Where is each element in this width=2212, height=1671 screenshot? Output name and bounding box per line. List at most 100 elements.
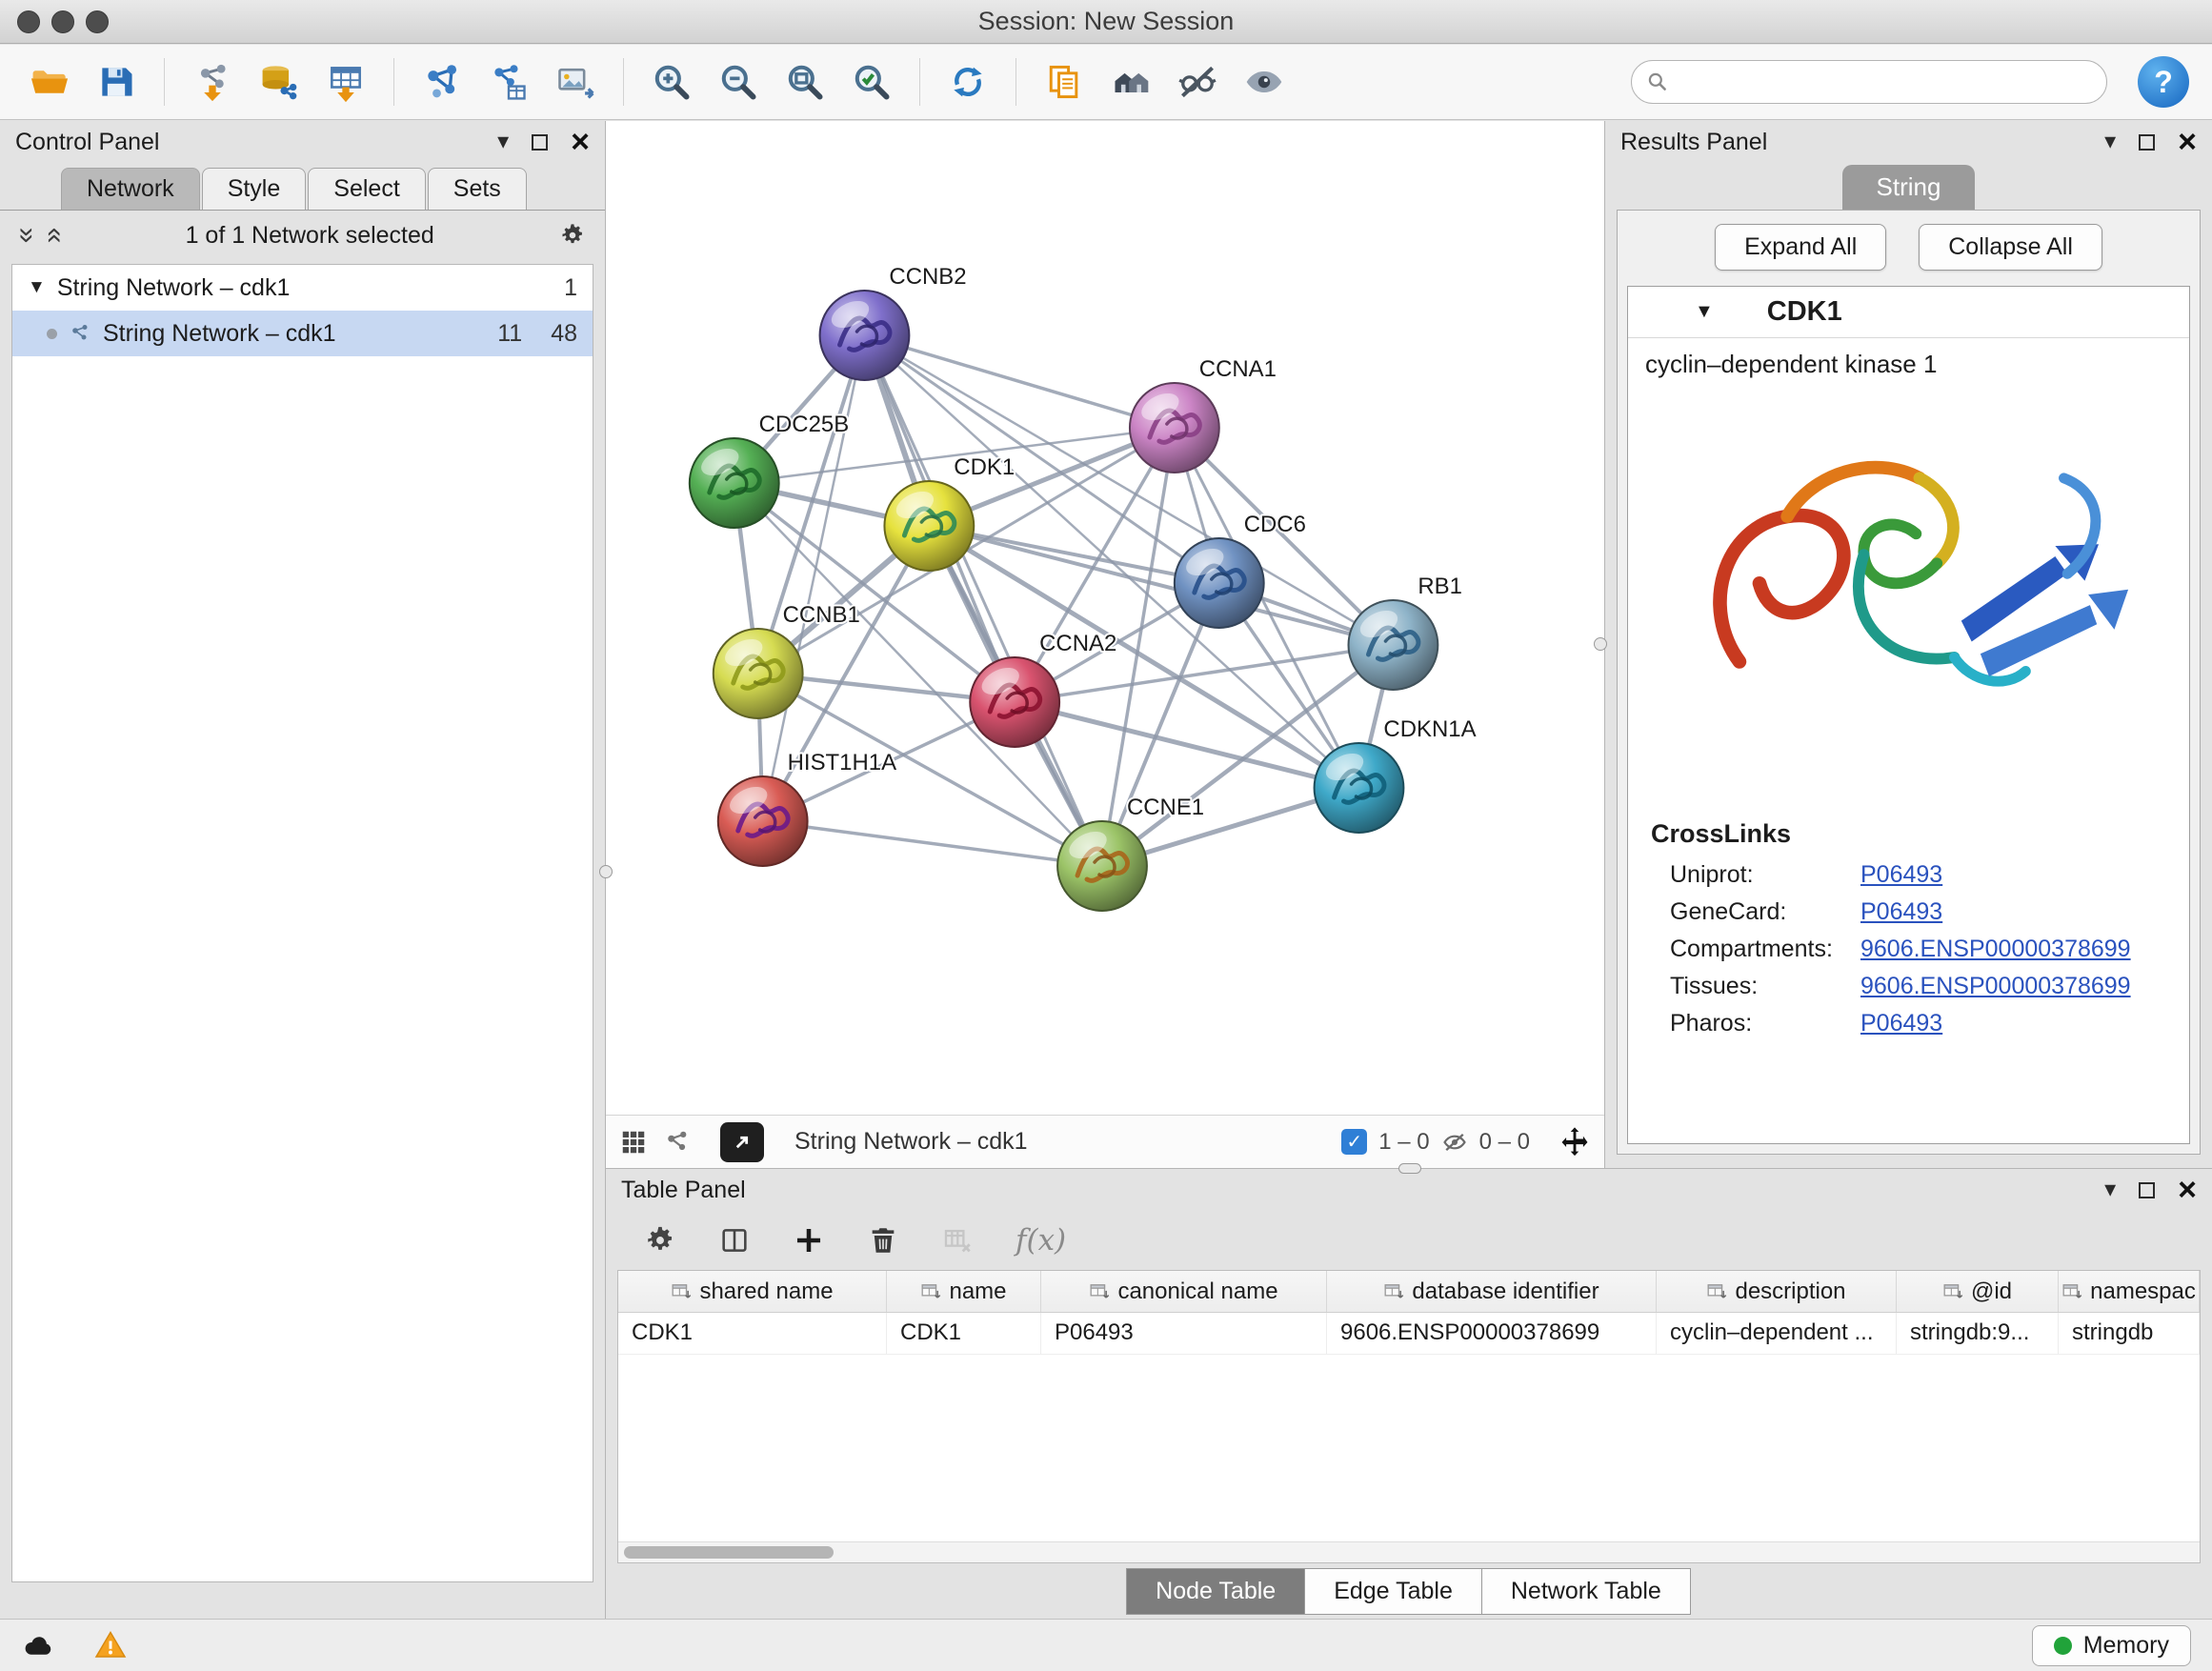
network-edge-CCNB2-CCNE1[interactable] <box>864 335 1102 866</box>
close-panel-button[interactable]: × <box>2178 1174 2197 1206</box>
grid-view-icon[interactable] <box>619 1128 648 1157</box>
detach-view-button[interactable] <box>720 1122 764 1162</box>
minimize-window-button[interactable] <box>51 10 74 33</box>
crosslink-genecard[interactable]: P06493 <box>1860 898 1942 926</box>
network-node-CCNB1[interactable]: CCNB1 <box>714 602 860 718</box>
maximize-panel-button[interactable] <box>532 134 548 151</box>
pan-crosshair-icon[interactable] <box>1558 1126 1591 1158</box>
network-node-CCNA1[interactable]: CCNA1 <box>1130 356 1277 473</box>
table-options-gear-icon[interactable] <box>644 1224 676 1257</box>
cell-id[interactable]: stringdb:9... <box>1897 1313 2059 1354</box>
network-node-CDC25B[interactable]: CDC25B <box>690 412 849 528</box>
expand-all-button[interactable]: Expand All <box>1715 224 1886 271</box>
network-edge-CCNB2-CCNA1[interactable] <box>864 335 1174 428</box>
structure-image-toggle-button[interactable] <box>1237 55 1291 109</box>
column-header-shared-name[interactable]: shared name <box>618 1271 887 1312</box>
selected-items-checkbox[interactable]: ✓ <box>1341 1129 1367 1155</box>
network-node-CCNB2[interactable]: CCNB2 <box>820 264 967 380</box>
open-session-button[interactable] <box>23 55 76 109</box>
network-edge-CCNB2-HIST1H1A[interactable] <box>763 335 865 821</box>
vertical-splitter-handle[interactable] <box>1594 637 1607 651</box>
show-publications-button[interactable] <box>1037 55 1091 109</box>
crosslink-tissues[interactable]: 9606.ENSP00000378699 <box>1860 973 2131 1000</box>
table-row[interactable]: CDK1 CDK1 P06493 9606.ENSP00000378699 cy… <box>618 1313 2200 1355</box>
cell-name[interactable]: CDK1 <box>887 1313 1041 1354</box>
crosslink-pharos[interactable]: P06493 <box>1860 1010 1942 1037</box>
cell-canonical-name[interactable]: P06493 <box>1041 1313 1327 1354</box>
cell-description[interactable]: cyclin–dependent ... <box>1657 1313 1897 1354</box>
column-header-database-identifier[interactable]: database identifier <box>1327 1271 1657 1312</box>
column-header-namespace[interactable]: namespac <box>2059 1271 2200 1312</box>
tab-string[interactable]: String <box>1842 165 1976 210</box>
apply-layout-button[interactable] <box>941 55 995 109</box>
tab-network-table[interactable]: Network Table <box>1481 1568 1691 1615</box>
float-panel-button[interactable]: ▾ <box>2104 1178 2116 1201</box>
float-panel-button[interactable]: ▾ <box>497 131 509 153</box>
collapse-all-networks-button[interactable]: » <box>18 228 35 244</box>
tab-network[interactable]: Network <box>61 168 200 210</box>
zoom-fit-button[interactable] <box>778 55 832 109</box>
hidden-items-eye-slash-icon[interactable] <box>1441 1129 1468 1156</box>
maximize-panel-button[interactable] <box>2139 1182 2155 1198</box>
network-row-selected[interactable]: String Network – cdk1 11 48 <box>12 311 593 356</box>
zoom-window-button[interactable] <box>86 10 109 33</box>
network-options-gear-icon[interactable] <box>559 222 586 249</box>
help-button[interactable]: ? <box>2138 56 2189 108</box>
import-network-database-button[interactable] <box>252 55 306 109</box>
cell-database-identifier[interactable]: 9606.ENSP00000378699 <box>1327 1313 1657 1354</box>
horizontal-splitter-handle[interactable] <box>1398 1163 1421 1174</box>
tab-style[interactable]: Style <box>202 168 307 210</box>
delete-column-trash-icon[interactable] <box>867 1224 899 1257</box>
show-columns-icon[interactable] <box>718 1224 751 1257</box>
cloud-status-icon[interactable] <box>21 1628 55 1662</box>
memory-button[interactable]: Memory <box>2032 1625 2191 1666</box>
crosslink-uniprot[interactable]: P06493 <box>1860 861 1942 889</box>
network-node-CDKN1A[interactable]: CDKN1A <box>1315 716 1477 833</box>
column-header-canonical-name[interactable]: canonical name <box>1041 1271 1327 1312</box>
home-button[interactable] <box>1104 55 1157 109</box>
network-node-RB1[interactable]: RB1 <box>1349 574 1462 690</box>
warning-icon[interactable] <box>93 1628 128 1662</box>
collapse-all-button[interactable]: Collapse All <box>1919 224 2102 271</box>
network-view[interactable]: CCNB2CCNA1CDC25BCDK1CDC6RB1CCNB1CCNA2CDK… <box>606 121 1604 1168</box>
gene-card-header[interactable]: ▼ CDK1 <box>1628 287 2189 338</box>
new-network-button[interactable] <box>415 55 469 109</box>
close-window-button[interactable] <box>17 10 40 33</box>
column-header-description[interactable]: description <box>1657 1271 1897 1312</box>
tab-node-table[interactable]: Node Table <box>1126 1568 1305 1615</box>
search-input[interactable] <box>1678 68 2093 96</box>
vertical-splitter-handle[interactable] <box>599 865 613 878</box>
collapse-caret-icon[interactable]: ▼ <box>28 277 46 298</box>
float-panel-button[interactable]: ▾ <box>2104 131 2116 153</box>
network-collection-row[interactable]: ▼ String Network – cdk1 1 <box>12 265 593 311</box>
network-canvas[interactable]: CCNB2CCNA1CDC25BCDK1CDC6RB1CCNB1CCNA2CDK… <box>606 121 1604 1115</box>
network-overview-icon[interactable] <box>663 1128 692 1157</box>
tab-sets[interactable]: Sets <box>428 168 527 210</box>
expand-all-networks-button[interactable]: » <box>44 228 61 244</box>
cell-shared-name[interactable]: CDK1 <box>618 1313 887 1354</box>
network-from-selection-button[interactable] <box>482 55 535 109</box>
crosslink-compartments[interactable]: 9606.ENSP00000378699 <box>1860 936 2131 963</box>
close-panel-button[interactable]: × <box>2178 126 2197 158</box>
export-image-button[interactable] <box>549 55 602 109</box>
tab-edge-table[interactable]: Edge Table <box>1304 1568 1482 1615</box>
network-node-CDK1[interactable]: CDK1 <box>884 454 1015 571</box>
scrollbar-thumb[interactable] <box>624 1546 834 1559</box>
tab-select[interactable]: Select <box>308 168 425 210</box>
column-header-id[interactable]: @id <box>1897 1271 2059 1312</box>
network-edge-CCNE1-HIST1H1A[interactable] <box>763 821 1102 866</box>
zoom-selected-button[interactable] <box>845 55 898 109</box>
save-session-button[interactable] <box>90 55 143 109</box>
close-panel-button[interactable]: × <box>571 126 590 158</box>
collapse-caret-icon[interactable]: ▼ <box>1695 301 1714 323</box>
import-table-button[interactable] <box>319 55 372 109</box>
zoom-in-button[interactable] <box>645 55 698 109</box>
column-header-name[interactable]: name <box>887 1271 1041 1312</box>
glass-ball-toggle-button[interactable] <box>1171 55 1224 109</box>
zoom-out-button[interactable] <box>712 55 765 109</box>
maximize-panel-button[interactable] <box>2139 134 2155 151</box>
horizontal-scrollbar[interactable] <box>618 1541 2200 1562</box>
network-node-HIST1H1A[interactable]: HIST1H1A <box>718 750 896 866</box>
add-column-plus-icon[interactable] <box>793 1224 825 1257</box>
import-network-file-button[interactable] <box>186 55 239 109</box>
